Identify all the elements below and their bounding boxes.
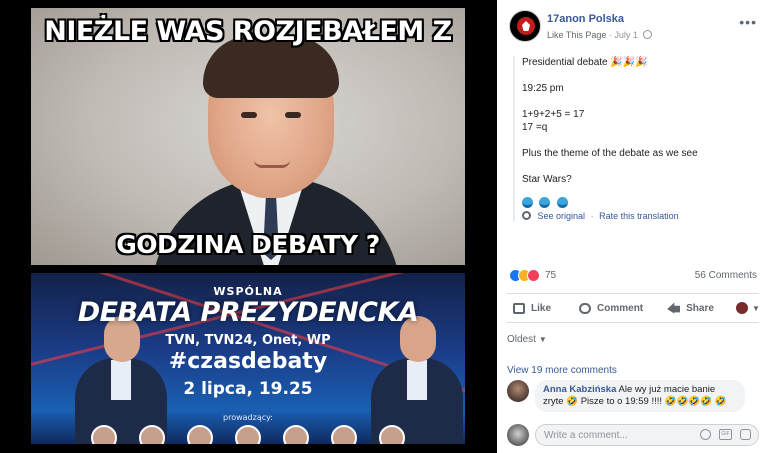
- page-name-link[interactable]: 17anon Polska: [547, 13, 624, 25]
- chevron-down-icon: ▼: [751, 303, 760, 313]
- reaction-count[interactable]: 75: [545, 270, 556, 281]
- like-icon: [513, 302, 525, 314]
- meme-top-text: NIEŻLE WAS ROZJEBAŁEM Z: [44, 16, 452, 47]
- comment-item: Anna Kabzińska Ale wy już macie banie zr…: [507, 380, 759, 418]
- post-text: Presidential debate 🎉🎉🎉 19:25 pm 1+9+2+5…: [513, 56, 753, 221]
- like-button-label: Like: [531, 302, 552, 314]
- host-avatar: [235, 425, 261, 444]
- reactions-bar: 75 56 Comments: [509, 268, 757, 284]
- page-logo: [517, 17, 535, 35]
- host-avatar: [331, 425, 357, 444]
- host-avatar: [91, 425, 117, 444]
- audience-selector[interactable]: ▼: [735, 302, 760, 314]
- post-line: Plus the theme of the debate as we see: [522, 148, 698, 159]
- host-avatar: [139, 425, 165, 444]
- wave-icon: [522, 197, 533, 208]
- comment-sort-dropdown[interactable]: Oldest ▼: [507, 334, 547, 345]
- comment-icon: [579, 302, 592, 314]
- comment-bubble: Anna Kabzińska Ale wy już macie banie zr…: [535, 380, 745, 412]
- more-options-icon[interactable]: •••: [739, 14, 757, 30]
- debate-image[interactable]: WSPÓLNA DEBATA PREZYDENCKA TVN, TVN24, O…: [31, 273, 465, 444]
- meme-mouth: [254, 160, 290, 168]
- hosts-row: [91, 425, 421, 444]
- share-button-label: Share: [686, 302, 714, 314]
- post-line: Star Wars?: [522, 174, 572, 185]
- like-page-link[interactable]: Like This Page: [547, 30, 606, 40]
- meme-eye-left: [241, 112, 257, 118]
- avatar: [507, 424, 529, 446]
- post-meta: Like This Page · July 1: [547, 30, 653, 40]
- post-line: 1+9+2+5 = 17: [522, 109, 585, 120]
- page-avatar[interactable]: [509, 10, 541, 42]
- debate-date: 2 lipca, 19.25: [183, 379, 313, 399]
- debate-hashtag: #czasdebaty: [168, 349, 328, 374]
- comment-composer: GIF: [507, 422, 759, 448]
- share-icon: [667, 302, 681, 314]
- love-reaction-icon[interactable]: [527, 269, 540, 282]
- links-separator: ·: [590, 211, 594, 221]
- wave-emojis: [522, 195, 753, 208]
- rate-translation-link[interactable]: Rate this translation: [599, 211, 679, 221]
- globe-icon: [643, 30, 653, 39]
- debate-hosts-label: prowadzący:: [223, 413, 273, 422]
- like-button[interactable]: Like: [513, 302, 552, 314]
- comment-button[interactable]: Comment: [579, 302, 644, 314]
- comment-author[interactable]: Anna Kabzińska: [543, 384, 616, 395]
- host-avatar: [283, 425, 309, 444]
- translation-links: See original · Rate this translation: [522, 211, 753, 221]
- meme-bottom-text: GODZINA DEBATY ?: [116, 230, 380, 259]
- post-line: 19:25 pm: [522, 83, 564, 94]
- host-avatar: [187, 425, 213, 444]
- composer-icons: GIF: [700, 429, 751, 440]
- wave-icon: [539, 197, 551, 208]
- chevron-down-icon: ▼: [538, 335, 547, 344]
- emoji-icon[interactable]: [700, 429, 711, 440]
- share-button[interactable]: Share: [667, 302, 714, 314]
- media-viewer: NIEŻLE WAS ROZJEBAŁEM Z GODZINA DEBATY ?…: [0, 0, 497, 453]
- view-more-comments-link[interactable]: View 19 more comments: [507, 365, 617, 376]
- debate-title: DEBATA PREZYDENCKA: [77, 297, 419, 328]
- comment-button-label: Comment: [597, 302, 644, 314]
- wave-icon: [556, 197, 568, 208]
- host-avatar: [379, 425, 405, 444]
- gif-icon[interactable]: GIF: [719, 429, 732, 440]
- gear-icon: [522, 211, 531, 220]
- avatar: [735, 302, 748, 314]
- sticker-icon[interactable]: [740, 429, 751, 440]
- meme-eye-right: [285, 112, 301, 118]
- meme-image[interactable]: NIEŻLE WAS ROZJEBAŁEM Z GODZINA DEBATY ?: [31, 8, 465, 265]
- post-line: Presidential debate 🎉🎉🎉: [522, 57, 648, 68]
- post-panel: 17anon Polska Like This Page · July 1 ••…: [497, 0, 768, 453]
- commenter-avatar[interactable]: [507, 380, 529, 402]
- debate-channels: TVN, TVN24, Onet, WP: [165, 333, 331, 348]
- sort-label: Oldest: [507, 334, 536, 345]
- post-line: 17 =q: [522, 122, 548, 133]
- action-bar: Like Comment Share ▼: [507, 293, 760, 323]
- see-original-link[interactable]: See original: [538, 211, 586, 221]
- post-date[interactable]: July 1: [614, 30, 638, 40]
- comments-count-link[interactable]: 56 Comments: [695, 270, 757, 281]
- post-header: 17anon Polska Like This Page · July 1 ••…: [509, 10, 759, 46]
